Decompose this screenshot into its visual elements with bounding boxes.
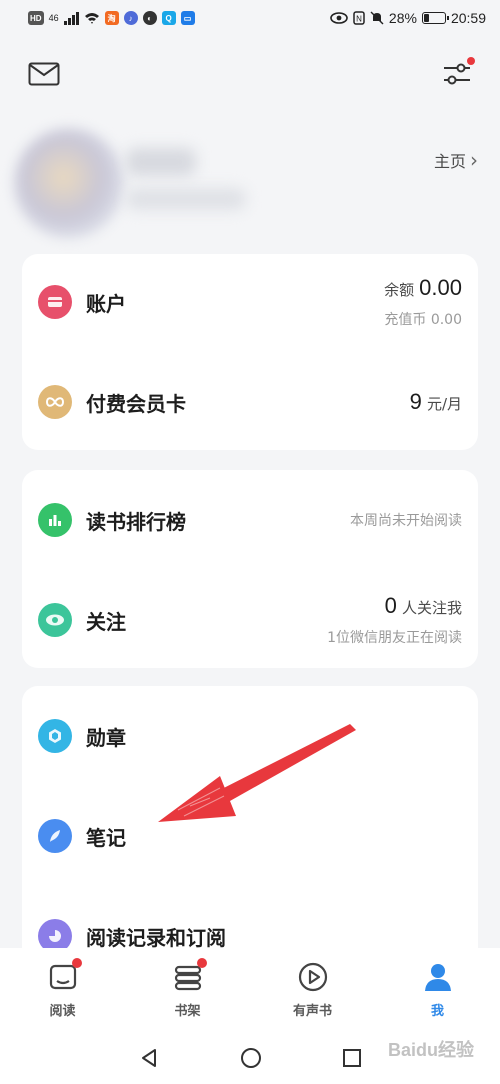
- homepage-label: 主页: [433, 152, 466, 171]
- membership-price-value: 9: [409, 389, 422, 414]
- social-card: 读书排行榜 本周尚未开始阅读 关注 0 人关注我 1位微信朋友正在阅读: [22, 470, 478, 668]
- bookshelf-icon: [171, 958, 207, 994]
- tab-me-label: 我: [430, 1004, 444, 1019]
- medal-icon: [38, 719, 72, 753]
- feather-icon: [38, 819, 72, 853]
- balance-value: 0.00: [419, 275, 462, 300]
- battery-icon: [421, 12, 449, 24]
- tab-bookshelf-label: 书架: [174, 1004, 201, 1019]
- balance-label: 余额: [384, 281, 415, 299]
- ranking-label: 读书排行榜: [86, 509, 186, 534]
- person-icon: [421, 960, 455, 994]
- avatar[interactable]: [14, 128, 124, 238]
- friends-reading: 1位微信朋友正在阅读: [327, 630, 462, 646]
- tab-reading-label: 阅读: [49, 1004, 76, 1019]
- mute-icon: [370, 11, 384, 25]
- wifi-icon: [84, 12, 99, 24]
- membership-price-unit: 元/月: [426, 395, 462, 413]
- ranking-row[interactable]: 读书排行榜 本周尚未开始阅读: [22, 480, 478, 560]
- account-card: 账户 余额 0.00 充值币 0.00 付费会员卡 9 元/月: [22, 254, 478, 450]
- membership-row[interactable]: 付费会员卡 9 元/月: [22, 362, 478, 442]
- recharge-coins: 充值币 0.00: [384, 312, 462, 328]
- play-circle-icon: [296, 960, 330, 994]
- network-type: 46: [48, 13, 59, 23]
- tab-me[interactable]: 我: [393, 960, 483, 1032]
- ranking-status-text: 本周尚未开始阅读: [350, 513, 462, 529]
- tab-audiobook[interactable]: 有声书: [268, 960, 358, 1032]
- eye-icon: [38, 603, 72, 637]
- status-right: N 28% 20:59: [330, 10, 486, 26]
- ranking-status: 本周尚未开始阅读: [350, 510, 462, 530]
- recents-icon[interactable]: [342, 1048, 362, 1068]
- medal-row[interactable]: 勋章: [22, 696, 478, 776]
- tab-audiobook-label: 有声书: [292, 1004, 332, 1019]
- membership-price: 9 元/月: [410, 389, 462, 415]
- mail-icon[interactable]: [28, 62, 60, 86]
- account-label: 账户: [86, 291, 126, 316]
- filter-sliders-icon[interactable]: [442, 57, 475, 88]
- nfc-icon: N: [353, 11, 365, 25]
- account-row[interactable]: 账户 余额 0.00 充值币 0.00: [22, 262, 478, 342]
- clock: 20:59: [450, 10, 486, 26]
- watermark: Baidu经验: [387, 1040, 474, 1060]
- status-left: HD 46 淘 ♪ ◐ Q ▭: [28, 11, 195, 25]
- follow-row[interactable]: 关注 0 人关注我 1位微信朋友正在阅读: [22, 580, 478, 660]
- book-open-icon: [46, 958, 82, 994]
- account-balance: 余额 0.00 充值币 0.00: [384, 275, 462, 329]
- follow-label: 关注: [86, 609, 126, 634]
- music-app-icon: ♪: [123, 11, 138, 25]
- user-name-blurred: [126, 148, 196, 176]
- back-icon[interactable]: [138, 1047, 160, 1069]
- hd-indicator: HD: [28, 11, 44, 25]
- taobao-app-icon: 淘: [104, 11, 119, 25]
- message-app-icon: ▭: [180, 11, 195, 25]
- notes-label: 笔记: [86, 825, 126, 850]
- svg-text:N: N: [356, 15, 362, 24]
- battery-percent: 28%: [388, 10, 417, 26]
- status-bar: HD 46 淘 ♪ ◐ Q ▭ N 28% 20:59: [0, 0, 500, 36]
- follower-suffix: 人关注我: [401, 599, 462, 617]
- user-info-blurred: [126, 188, 246, 210]
- eye-comfort-icon: [330, 12, 348, 24]
- follow-info: 0 人关注我 1位微信朋友正在阅读: [327, 593, 462, 647]
- history-label: 阅读记录和订阅: [86, 925, 226, 950]
- membership-label: 付费会员卡: [86, 391, 186, 416]
- notes-row[interactable]: 笔记: [22, 796, 478, 876]
- profile-header[interactable]: 主页 ›: [14, 120, 486, 240]
- bar-chart-icon: [38, 503, 72, 537]
- bookshelf-badge: [196, 958, 207, 968]
- tab-reading[interactable]: 阅读: [18, 958, 108, 1032]
- reading-badge: [71, 958, 82, 968]
- follower-count: 0: [384, 593, 397, 618]
- signal-icon: [63, 11, 79, 25]
- search-app-icon: Q: [161, 11, 176, 25]
- homepage-link[interactable]: 主页 ›: [434, 148, 478, 172]
- chevron-right-icon: ›: [470, 148, 478, 172]
- wallet-icon: [38, 285, 72, 319]
- bottom-nav: 阅读 书架 有声书 我: [0, 948, 500, 1032]
- infinity-icon: [38, 385, 72, 419]
- medal-label: 勋章: [86, 725, 126, 750]
- notification-badge: [467, 57, 475, 65]
- misc-card: 勋章 笔记 阅读记录和订阅: [22, 686, 478, 966]
- tab-bookshelf[interactable]: 书架: [143, 958, 233, 1032]
- home-icon[interactable]: [240, 1047, 262, 1069]
- browser-app-icon: ◐: [142, 11, 157, 25]
